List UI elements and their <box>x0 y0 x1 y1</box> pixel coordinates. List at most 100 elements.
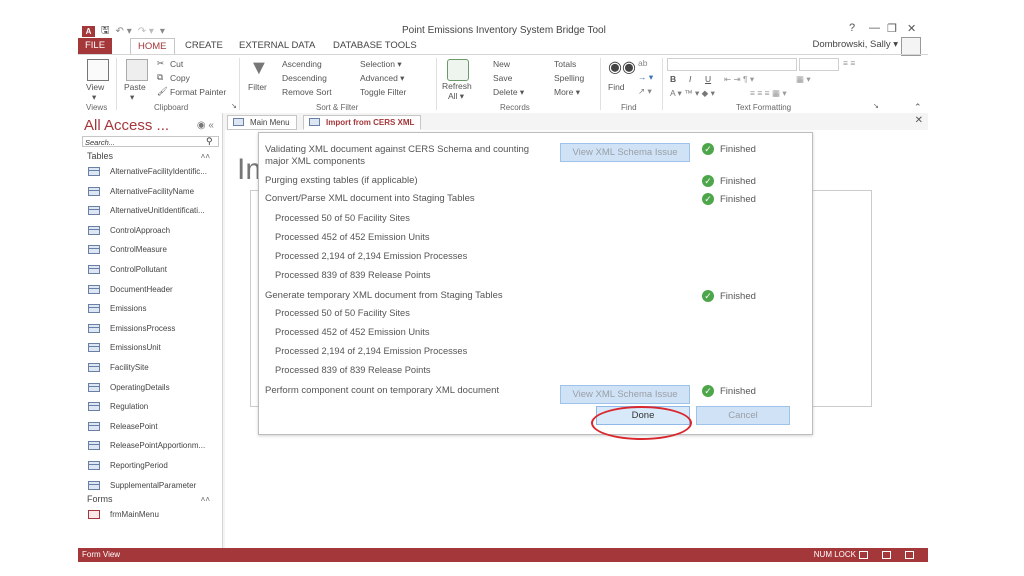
tab-create[interactable]: CREATE <box>178 38 230 54</box>
filter-icon[interactable]: ▼ <box>249 57 269 80</box>
nav-item-table[interactable]: DocumentHeader <box>88 284 173 294</box>
customize-qat-icon[interactable]: ▾ <box>160 26 165 37</box>
refresh-icon[interactable] <box>447 59 469 81</box>
paste-dropdown-icon[interactable]: ▾ <box>130 92 134 103</box>
paste-button[interactable]: Paste <box>124 82 146 92</box>
underline-button[interactable]: U <box>705 74 711 84</box>
nav-search-input[interactable]: Search... <box>82 136 219 147</box>
gridlines-icon[interactable]: ▦ ▾ <box>796 74 811 85</box>
format-painter-icon[interactable]: 🖌 <box>157 86 168 97</box>
copy-icon[interactable]: ⧉ <box>157 72 163 83</box>
copy-button[interactable]: Copy <box>170 73 190 83</box>
save-button[interactable]: Save <box>493 73 512 83</box>
align-icons[interactable]: ≡ ≡ ≡ ▦ ▾ <box>750 88 787 99</box>
remove-sort-button[interactable]: Remove Sort <box>282 87 332 97</box>
delete-button[interactable]: Delete ▾ <box>493 87 524 98</box>
view-button[interactable]: View <box>86 82 104 92</box>
nav-item-table[interactable]: AlternativeFacilityName <box>88 186 194 196</box>
view-dropdown-icon[interactable]: ▾ <box>92 92 96 103</box>
italic-button[interactable]: I <box>689 74 691 84</box>
bold-button[interactable]: B <box>670 74 676 84</box>
spelling-button[interactable]: Spelling <box>554 73 584 83</box>
chevron-up-icon[interactable]: ˄˄ <box>201 495 210 504</box>
nav-item-table[interactable]: ControlPollutant <box>88 265 167 274</box>
cut-icon[interactable]: ✂ <box>157 58 164 69</box>
form-view-icon[interactable] <box>859 551 868 559</box>
layout-view-icon[interactable] <box>882 551 891 559</box>
nav-pane-title[interactable]: All Access ... <box>84 117 169 134</box>
totals-button[interactable]: Totals <box>554 59 576 69</box>
view-xml-schema-issue-button[interactable]: View XML Schema Issue <box>560 143 690 162</box>
format-painter-button[interactable]: Format Painter <box>170 87 226 97</box>
toggle-filter-button[interactable]: Toggle Filter <box>360 87 406 97</box>
advanced-button[interactable]: Advanced ▾ <box>360 73 404 84</box>
more-button[interactable]: More ▾ <box>554 87 580 98</box>
descending-button[interactable]: Descending <box>282 73 327 83</box>
nav-item-table[interactable]: EmissionsUnit <box>88 343 161 353</box>
close-window-icon[interactable]: ✕ <box>907 22 916 35</box>
view-xml-schema-issue-button[interactable]: View XML Schema Issue <box>560 385 690 404</box>
help-button[interactable]: ? <box>849 22 855 34</box>
restore-icon[interactable]: ❐ <box>887 22 897 35</box>
nav-item-form[interactable]: frmMainMenu <box>88 510 159 519</box>
nav-header-tables[interactable]: Tables <box>87 151 113 161</box>
tab-import-from-cers-xml[interactable]: Import from CERS XML <box>303 115 422 130</box>
tab-database-tools[interactable]: DATABASE TOOLS <box>326 38 424 54</box>
nav-header-forms[interactable]: Forms <box>87 494 113 504</box>
text-formatting-launcher-icon[interactable]: ↘ <box>873 102 879 110</box>
user-account[interactable]: Dombrowski, Sally ▾ <box>812 39 898 50</box>
nav-pane-controls[interactable]: ◉ « <box>197 120 214 131</box>
refresh-all-button-line2[interactable]: All ▾ <box>448 91 464 102</box>
nav-item-table[interactable]: OperatingDetails <box>88 382 170 392</box>
filter-button[interactable]: Filter <box>248 82 267 92</box>
clipboard-launcher-icon[interactable]: ↘ <box>231 102 237 110</box>
find-button[interactable]: Find <box>608 82 625 92</box>
bullets-icon[interactable]: ≡ ≡ <box>843 58 855 68</box>
tab-external-data[interactable]: EXTERNAL DATA <box>232 38 322 54</box>
nav-item-table[interactable]: ReleasePoint <box>88 421 158 431</box>
nav-item-table[interactable]: EmissionsProcess <box>88 323 175 333</box>
collapse-ribbon-icon[interactable]: ⌃ <box>914 102 922 113</box>
search-icon[interactable]: ⚲ <box>206 136 213 147</box>
cut-button[interactable]: Cut <box>170 59 183 69</box>
nav-item-table[interactable]: Emissions <box>88 304 146 314</box>
font-color-icon[interactable]: A ▾ ™ ▾ ◆ ▾ <box>670 88 715 99</box>
table-icon <box>88 245 100 255</box>
paste-icon[interactable] <box>126 59 148 81</box>
indent-icons[interactable]: ⇤ ⇥ ¶ ▾ <box>724 74 754 85</box>
nav-item-table[interactable]: SupplementalParameter <box>88 480 196 490</box>
status-finished: ✓ Finished <box>702 290 756 302</box>
new-button[interactable]: New <box>493 59 510 69</box>
nav-item-table[interactable]: ControlMeasure <box>88 245 167 255</box>
nav-item-table[interactable]: ReleasePointApportionm... <box>88 441 205 451</box>
binoculars-icon[interactable]: ◉◉ <box>608 57 636 77</box>
close-icon[interactable]: ✕ <box>915 115 923 126</box>
ribbon-divider <box>600 58 601 110</box>
font-name-dropdown[interactable] <box>667 58 797 71</box>
nav-item-table[interactable]: FacilitySite <box>88 363 149 372</box>
font-size-dropdown[interactable] <box>799 58 839 71</box>
redo-icon[interactable]: ↷ ▾ <box>138 26 154 37</box>
chevron-up-icon[interactable]: ˄˄ <box>201 152 210 161</box>
design-view-icon[interactable] <box>905 551 914 559</box>
nav-item-label: FacilitySite <box>110 363 149 372</box>
tab-home[interactable]: HOME <box>130 38 175 55</box>
minimize-icon[interactable]: — <box>869 22 880 34</box>
refresh-all-button[interactable]: Refresh <box>442 81 472 91</box>
selection-button[interactable]: Selection ▾ <box>360 59 402 70</box>
tab-main-menu[interactable]: Main Menu <box>227 115 297 130</box>
progress-line: Processed 452 of 452 Emission Units <box>275 232 430 242</box>
ascending-button[interactable]: Ascending <box>282 59 322 69</box>
nav-item-table[interactable]: ReportingPeriod <box>88 461 168 470</box>
select-icon[interactable]: ↗ ▾ <box>638 86 652 97</box>
cancel-button[interactable]: Cancel <box>696 406 790 425</box>
view-icon[interactable] <box>87 59 109 81</box>
goto-icon[interactable]: → ▾ <box>638 72 653 83</box>
nav-item-table[interactable]: ControlApproach <box>88 225 170 235</box>
tab-file[interactable]: FILE <box>78 38 112 54</box>
nav-item-table[interactable]: Regulation <box>88 402 148 412</box>
undo-icon[interactable]: ↶ ▾ <box>116 26 132 37</box>
nav-item-table[interactable]: AlternativeUnitIdentificati... <box>88 206 205 216</box>
replace-icon[interactable]: ab <box>638 58 647 68</box>
nav-item-table[interactable]: AlternativeFacilityIdentific... <box>88 167 207 176</box>
